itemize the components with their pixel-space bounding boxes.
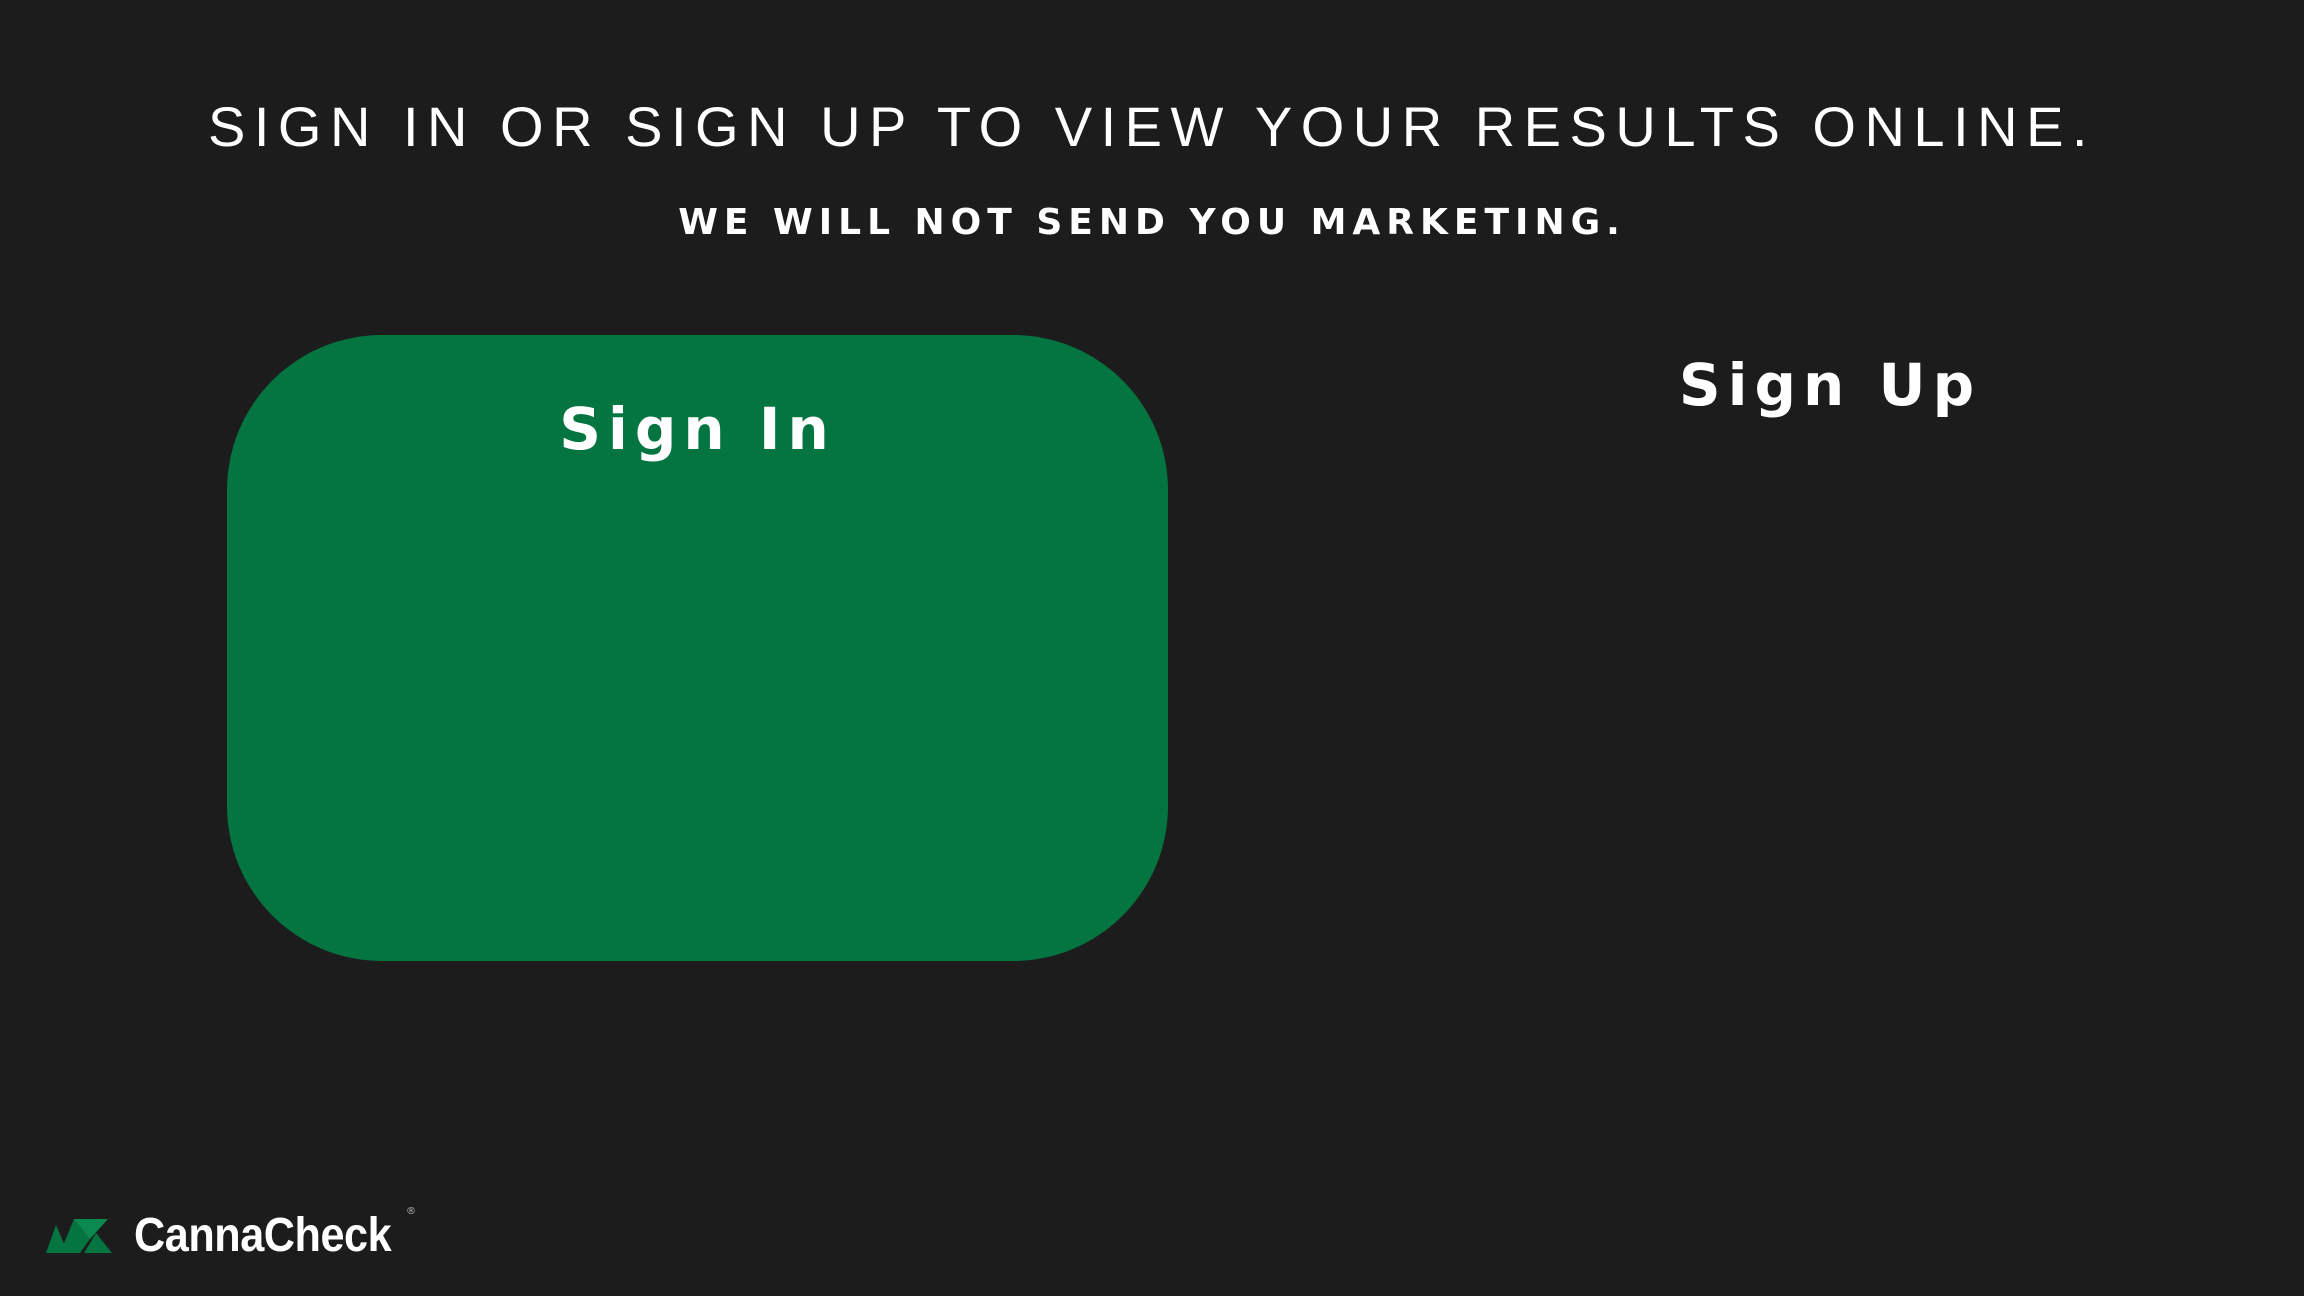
sign-in-label: Sign In: [559, 395, 836, 463]
sign-in-button[interactable]: Sign In: [227, 335, 1168, 961]
page-headline: SIGN IN OR SIGN UP TO VIEW YOUR RESULTS …: [208, 95, 2096, 158]
brand-name: CannaCheck: [134, 1208, 392, 1262]
registered-mark: ®: [406, 1206, 416, 1217]
page-subheadline: WE WILL NOT SEND YOU MARKETING.: [678, 202, 1626, 243]
sign-up-label: Sign Up: [1678, 351, 1982, 419]
leaf-logo-icon: [46, 1219, 112, 1253]
brand-logo: CannaCheck ®: [44, 1200, 420, 1270]
sign-up-button[interactable]: Sign Up: [1560, 340, 2100, 440]
